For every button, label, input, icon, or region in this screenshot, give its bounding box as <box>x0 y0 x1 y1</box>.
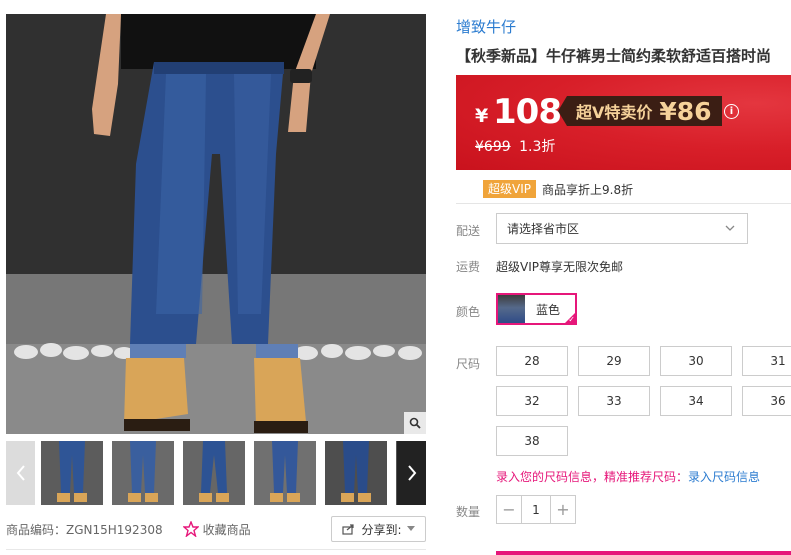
size-label: 尺码 <box>456 357 481 371</box>
jeans-model-photo <box>6 14 426 434</box>
favorite-label: 收藏商品 <box>202 522 251 537</box>
currency-symbol: ¥ <box>475 105 489 127</box>
chevron-left-icon <box>16 465 25 481</box>
info-icon[interactable]: i <box>724 104 739 119</box>
thumb-next-button[interactable] <box>397 441 426 505</box>
product-code: 商品编码：ZGN15H192308 <box>6 522 163 537</box>
region-select[interactable]: 请选择省市区 <box>496 213 748 244</box>
size-info-link[interactable]: 录入尺码信息 <box>688 470 760 484</box>
thumbnail-1[interactable] <box>41 441 103 505</box>
share-button[interactable]: 分享到: <box>331 516 426 542</box>
zoom-button[interactable] <box>404 412 426 434</box>
original-price: ¥699 <box>475 139 511 155</box>
current-price: 108 <box>493 92 562 132</box>
shipping-label: 运费 <box>456 260 481 274</box>
quantity-label: 数量 <box>456 505 481 519</box>
share-label: 分享到: <box>361 522 402 537</box>
size-option[interactable]: 38 <box>496 426 568 456</box>
thumbnail-strip <box>6 441 426 505</box>
thumbnail-5[interactable] <box>325 441 387 505</box>
delivery-label: 配送 <box>456 224 481 238</box>
thumbnail-4[interactable] <box>254 441 316 505</box>
vip-badge: 超级VIP <box>483 180 536 198</box>
size-note-prompt: 录入您的尺码信息，精准推荐尺码： <box>496 470 689 484</box>
size-recommend-note: 录入您的尺码信息，精准推荐尺码：录入尺码信息 <box>496 468 760 485</box>
region-select-value: 请选择省市区 <box>507 222 580 236</box>
thumbnail-image <box>254 441 316 505</box>
size-option[interactable]: 36 <box>742 386 791 416</box>
product-meta-row: 商品编码：ZGN15H192308 收藏商品 分享到: <box>6 516 426 542</box>
thumbnail-3[interactable] <box>183 441 245 505</box>
thumbnail-image <box>41 441 103 505</box>
favorite-link[interactable]: 收藏商品 <box>182 521 251 538</box>
checkmark-icon: ✓ <box>568 315 575 324</box>
size-option[interactable]: 34 <box>660 386 732 416</box>
color-option-blue[interactable]: 蓝色 ✓ <box>496 293 577 325</box>
color-option-label: 蓝色 <box>536 302 561 317</box>
thumb-prev-button[interactable] <box>6 441 35 505</box>
vip-benefit-row: 超级VIP 商品享折上9.8折 <box>483 180 633 198</box>
chevron-right-icon <box>407 465 416 481</box>
caret-down-icon <box>406 526 415 531</box>
color-label: 颜色 <box>456 305 481 319</box>
quantity-stepper: − 1 + <box>496 495 576 524</box>
quantity-input[interactable]: 1 <box>521 496 551 523</box>
main-product-image[interactable] <box>6 14 426 434</box>
magnifier-icon <box>409 417 421 429</box>
chevron-down-icon <box>725 225 735 231</box>
size-option[interactable]: 33 <box>578 386 650 416</box>
color-swatch <box>498 295 525 323</box>
product-info-panel: 增致牛仔 【秋季新品】牛仔裤男士简约柔软舒适百搭时尚 ¥ 108 超V特卖价 ¥… <box>456 0 791 555</box>
star-icon <box>182 521 199 537</box>
shipping-text: 超级VIP尊享无限次免邮 <box>496 260 623 274</box>
size-option[interactable]: 28 <box>496 346 568 376</box>
size-option[interactable]: 31 <box>742 346 791 376</box>
size-option[interactable]: 32 <box>496 386 568 416</box>
price-banner: ¥ 108 超V特卖价 ¥86 i ¥699 1.3折 <box>456 75 791 170</box>
quantity-increase-button[interactable]: + <box>551 496 575 523</box>
size-option[interactable]: 30 <box>660 346 732 376</box>
divider <box>456 203 791 204</box>
vip-price-label: 超V特卖价 <box>576 103 653 122</box>
quantity-decrease-button[interactable]: − <box>497 496 521 523</box>
vip-benefit-text: 商品享折上9.8折 <box>542 182 634 197</box>
thumbnail-image <box>325 441 387 505</box>
brand-link[interactable]: 增致牛仔 <box>456 16 516 37</box>
divider <box>6 549 426 550</box>
original-price-row: ¥699 1.3折 <box>475 136 555 156</box>
thumbnail-2[interactable] <box>112 441 174 505</box>
discount-rate: 1.3折 <box>519 139 556 155</box>
thumbnail-image <box>183 441 245 505</box>
buy-button-edge[interactable] <box>496 551 791 555</box>
thumbnail-image <box>112 441 174 505</box>
vip-price-value: ¥86 <box>659 96 712 126</box>
product-title: 【秋季新品】牛仔裤男士简约柔软舒适百搭时尚 <box>456 47 772 65</box>
share-icon <box>342 524 355 535</box>
size-option[interactable]: 29 <box>578 346 650 376</box>
vip-price-tag: 超V特卖价 ¥86 <box>558 96 722 126</box>
